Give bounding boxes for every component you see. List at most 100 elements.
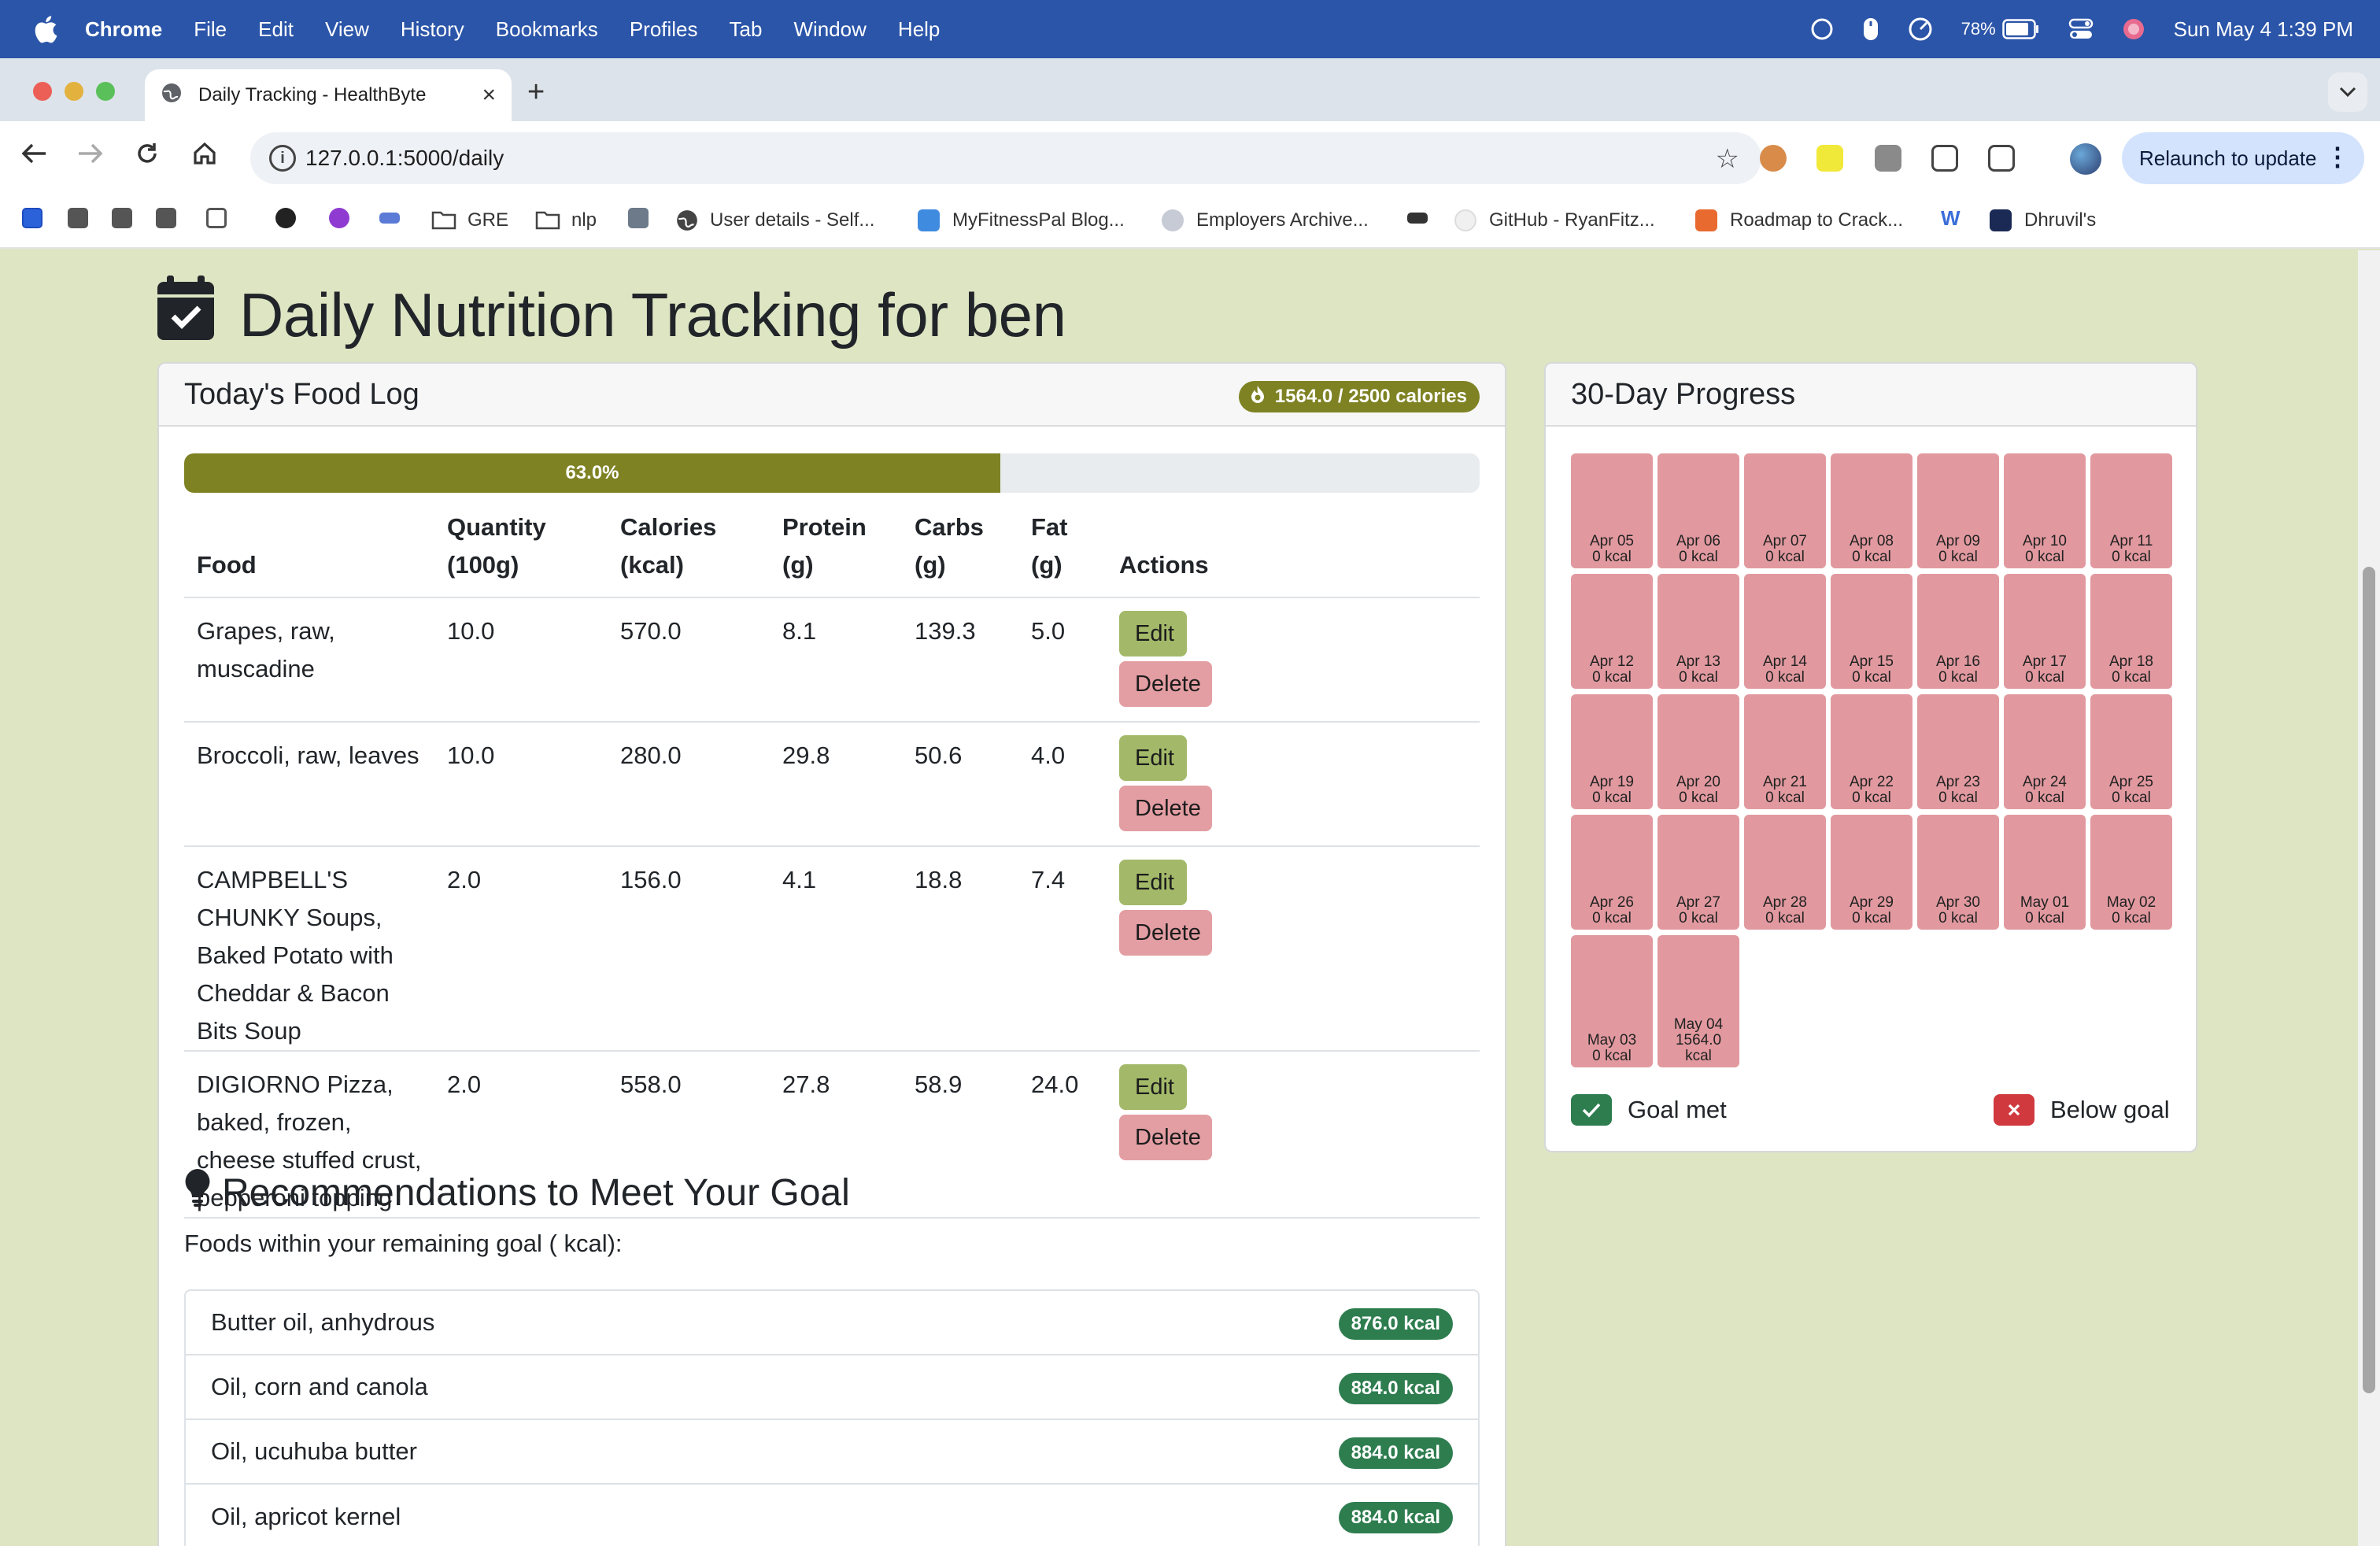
day-cell[interactable]: May 02 0 kcal xyxy=(2090,815,2172,930)
bookmark-w-icon[interactable]: W xyxy=(1941,208,1961,228)
day-cell[interactable]: Apr 07 0 kcal xyxy=(1744,453,1826,568)
control-center-icon[interactable] xyxy=(2068,18,2094,40)
delete-button[interactable]: Delete xyxy=(1119,661,1212,707)
day-cell[interactable]: Apr 16 0 kcal xyxy=(1917,574,1999,689)
bookmark-app-icon[interactable] xyxy=(156,208,176,228)
browser-tab-active[interactable]: Daily Tracking - HealthByte × xyxy=(145,69,512,121)
day-cell[interactable]: May 01 0 kcal xyxy=(2004,815,2086,930)
menu-clock[interactable]: Sun May 4 1:39 PM xyxy=(2174,17,2353,42)
tab-close-icon[interactable]: × xyxy=(482,82,496,109)
forward-arrow-icon[interactable] xyxy=(77,142,104,172)
day-cell[interactable]: Apr 20 0 kcal xyxy=(1658,694,1739,809)
menu-help[interactable]: Help xyxy=(898,17,940,42)
menu-window[interactable]: Window xyxy=(793,17,866,42)
day-cell[interactable]: Apr 19 0 kcal xyxy=(1571,694,1653,809)
siri-icon[interactable] xyxy=(2122,17,2145,41)
bookmark-roadmap[interactable]: Roadmap to Crack... xyxy=(1695,205,1903,236)
day-cell[interactable]: Apr 28 0 kcal xyxy=(1744,815,1826,930)
bookmark-grid-icon[interactable] xyxy=(206,208,227,228)
extension-avatar-icon[interactable] xyxy=(1760,145,1787,172)
bookmark-purple-icon[interactable] xyxy=(329,208,349,228)
address-bar[interactable]: i 127.0.0.1:5000/daily ☆ xyxy=(250,132,1761,184)
window-close-button[interactable] xyxy=(33,82,52,101)
bookmark-employers-archive[interactable]: Employers Archive... xyxy=(1162,205,1369,236)
delete-button[interactable]: Delete xyxy=(1119,910,1212,956)
day-cell[interactable]: Apr 10 0 kcal xyxy=(2004,453,2086,568)
bookmark-github[interactable]: GitHub - RyanFitz... xyxy=(1454,205,1655,236)
day-cell[interactable]: Apr 05 0 kcal xyxy=(1571,453,1653,568)
day-cell[interactable]: Apr 06 0 kcal xyxy=(1658,453,1739,568)
apple-menu-icon[interactable] xyxy=(30,15,61,43)
day-cell[interactable]: Apr 18 0 kcal xyxy=(2090,574,2172,689)
day-cell[interactable]: Apr 13 0 kcal xyxy=(1658,574,1739,689)
page-scrollbar-thumb[interactable] xyxy=(2363,567,2375,1393)
day-cell[interactable]: Apr 29 0 kcal xyxy=(1831,815,1913,930)
reload-icon[interactable] xyxy=(135,142,159,172)
delete-button[interactable]: Delete xyxy=(1119,786,1212,831)
bookmark-dark-icon[interactable] xyxy=(1407,213,1428,224)
list-item[interactable]: Oil, apricot kernel 884.0 kcal xyxy=(186,1485,1478,1546)
day-cell[interactable]: May 03 0 kcal xyxy=(1571,935,1653,1067)
bookmark-gre[interactable]: GRE xyxy=(431,205,508,236)
day-cell[interactable]: Apr 26 0 kcal xyxy=(1571,815,1653,930)
list-item[interactable]: Butter oil, anhydrous 876.0 kcal xyxy=(186,1291,1478,1356)
address-url[interactable]: 127.0.0.1:5000/daily xyxy=(305,146,504,171)
menu-file[interactable]: File xyxy=(194,17,227,42)
day-cell[interactable]: Apr 17 0 kcal xyxy=(2004,574,2086,689)
speed-icon[interactable] xyxy=(1908,17,1933,42)
relaunch-to-update-button[interactable]: Relaunch to update ⋮ xyxy=(2122,132,2364,184)
new-tab-icon[interactable]: + xyxy=(527,76,545,109)
day-cell[interactable]: Apr 09 0 kcal xyxy=(1917,453,1999,568)
chrome-menu-icon[interactable]: ⋮ xyxy=(2325,142,2350,172)
menu-history[interactable]: History xyxy=(401,17,464,42)
mouse-icon[interactable] xyxy=(1862,17,1879,42)
edit-button[interactable]: Edit xyxy=(1119,860,1187,905)
bookmark-blue-icon[interactable] xyxy=(379,213,400,224)
day-cell[interactable]: Apr 22 0 kcal xyxy=(1831,694,1913,809)
bookmark-app-icon[interactable] xyxy=(112,208,132,228)
menu-edit[interactable]: Edit xyxy=(258,17,294,42)
bookmark-photo-icon[interactable] xyxy=(628,208,649,228)
list-item[interactable]: Oil, ucuhuba butter 884.0 kcal xyxy=(186,1420,1478,1485)
day-cell[interactable]: Apr 30 0 kcal xyxy=(1917,815,1999,930)
bookmark-star-icon[interactable]: ☆ xyxy=(1716,143,1739,175)
day-cell[interactable]: Apr 23 0 kcal xyxy=(1917,694,1999,809)
delete-button[interactable]: Delete xyxy=(1119,1115,1212,1160)
day-cell[interactable]: Apr 08 0 kcal xyxy=(1831,453,1913,568)
site-info-icon[interactable]: i xyxy=(269,145,296,172)
bookmark-dhruvil[interactable]: Dhruvil's xyxy=(1990,205,2096,236)
bookmark-nlp[interactable]: nlp xyxy=(535,205,597,236)
menu-view[interactable]: View xyxy=(325,17,369,42)
bookmark-sk-icon[interactable] xyxy=(275,208,296,228)
extension-cast-icon[interactable] xyxy=(1931,145,1958,172)
bookmark-user-details[interactable]: User details - Self... xyxy=(675,205,874,236)
menu-profiles[interactable]: Profiles xyxy=(630,17,698,42)
window-minimize-button[interactable] xyxy=(65,82,83,101)
day-cell[interactable]: Apr 14 0 kcal xyxy=(1744,574,1826,689)
tab-search-chevron-icon[interactable] xyxy=(2328,72,2367,112)
window-zoom-button[interactable] xyxy=(96,82,115,101)
menu-tab[interactable]: Tab xyxy=(730,17,763,42)
battery-status[interactable]: 78% xyxy=(1961,19,2040,39)
day-cell[interactable]: Apr 25 0 kcal xyxy=(2090,694,2172,809)
bookmark-app-icon[interactable] xyxy=(22,208,42,228)
bookmark-app-icon[interactable] xyxy=(68,208,88,228)
home-icon[interactable] xyxy=(192,142,217,172)
day-cell[interactable]: May 04 1564.0 kcal xyxy=(1658,935,1739,1067)
day-cell[interactable]: Apr 27 0 kcal xyxy=(1658,815,1739,930)
extension-yellow-icon[interactable] xyxy=(1816,145,1843,172)
profile-avatar[interactable] xyxy=(2070,143,2101,175)
extensions-puzzle-icon[interactable] xyxy=(1988,145,2015,172)
edit-button[interactable]: Edit xyxy=(1119,1064,1187,1110)
extension-puzzle-gray-icon[interactable] xyxy=(1875,145,1901,172)
edit-button[interactable]: Edit xyxy=(1119,735,1187,781)
back-arrow-icon[interactable] xyxy=(20,142,47,172)
day-cell[interactable]: Apr 15 0 kcal xyxy=(1831,574,1913,689)
day-cell[interactable]: Apr 21 0 kcal xyxy=(1744,694,1826,809)
edit-button[interactable]: Edit xyxy=(1119,611,1187,656)
bookmark-myfitnesspal[interactable]: MyFitnessPal Blog... xyxy=(918,205,1125,236)
day-cell[interactable]: Apr 12 0 kcal xyxy=(1571,574,1653,689)
list-item[interactable]: Oil, corn and canola 884.0 kcal xyxy=(186,1356,1478,1420)
day-cell[interactable]: Apr 11 0 kcal xyxy=(2090,453,2172,568)
moon-icon[interactable] xyxy=(1810,17,1834,41)
